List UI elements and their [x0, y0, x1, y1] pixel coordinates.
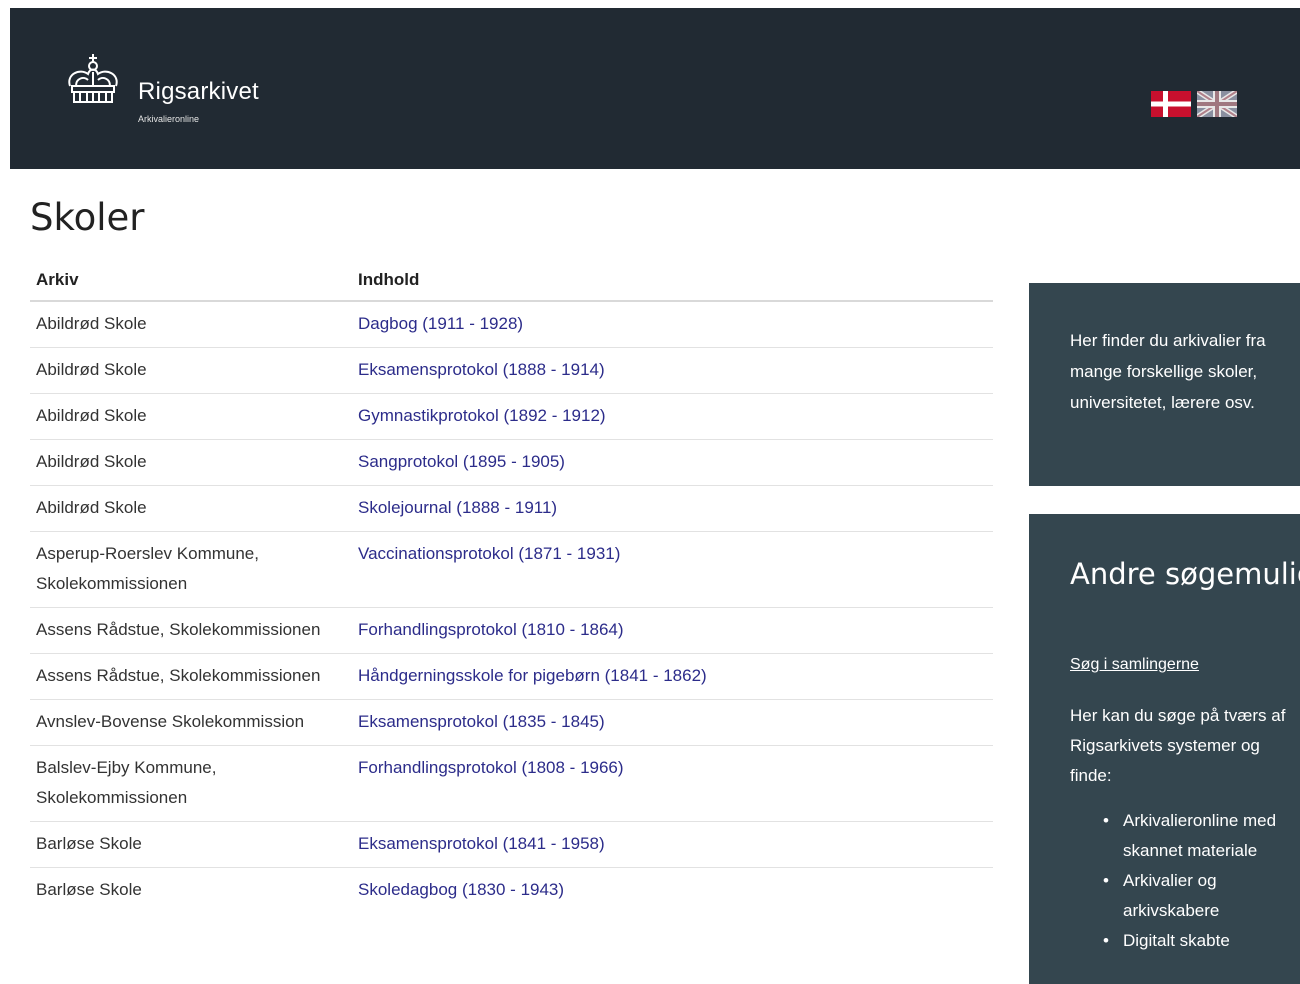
record-link[interactable]: Skolejournal (1888 - 1911) [358, 498, 557, 517]
brand-title: Rigsarkivet [138, 78, 259, 105]
record-link[interactable]: Eksamensprotokol (1835 - 1845) [358, 712, 605, 731]
cell-indhold: Håndgerningsskole for pigebørn (1841 - 1… [352, 653, 993, 700]
brand-text: Rigsarkivet Arkivalieronline [138, 78, 259, 124]
cell-indhold: Forhandlingsprotokol (1808 - 1966) [352, 745, 993, 822]
cell-arkiv: Assens Rådstue, Skolekommissionen [30, 607, 352, 654]
record-link[interactable]: Håndgerningsskole for pigebørn (1841 - 1… [358, 666, 707, 685]
record-link[interactable]: Dagbog (1911 - 1928) [358, 314, 523, 333]
list-item: Arkivalier og arkivskabere [1103, 866, 1293, 926]
info-box: Her finder du arkivalier fra mange forsk… [1029, 283, 1300, 486]
table-row: Avnslev-Bovense Skolekommission Eksamens… [30, 699, 993, 746]
cell-arkiv: Assens Rådstue, Skolekommissionen [30, 653, 352, 700]
cell-indhold: Gymnastikprotokol (1892 - 1912) [352, 393, 993, 440]
table-header-row: Arkiv Indhold [30, 260, 993, 302]
uk-flag-icon[interactable] [1197, 91, 1237, 117]
cell-arkiv: Barløse Skole [30, 821, 352, 868]
record-link[interactable]: Gymnastikprotokol (1892 - 1912) [358, 406, 606, 425]
cell-indhold: Skoledagbog (1830 - 1943) [352, 867, 993, 913]
table-row: Abildrød Skole Skolejournal (1888 - 1911… [30, 485, 993, 532]
cell-arkiv: Avnslev-Bovense Skolekommission [30, 699, 352, 746]
cell-arkiv: Balslev-Ejby Kommune, Skolekommissionen [30, 745, 352, 822]
cell-indhold: Eksamensprotokol (1888 - 1914) [352, 347, 993, 394]
info-text: Her finder du arkivalier fra mange forsk… [1070, 331, 1266, 412]
table-row: Asperup-Roerslev Kommune, Skolekommissio… [30, 531, 993, 608]
site-header: Rigsarkivet Arkivalieronline [10, 8, 1300, 169]
other-search-title: Andre søgemuligheder [1070, 557, 1300, 591]
table-row: Barløse Skole Skoledagbog (1830 - 1943) [30, 867, 993, 913]
cell-indhold: Dagbog (1911 - 1928) [352, 300, 993, 348]
logo[interactable]: Rigsarkivet Arkivalieronline [62, 52, 259, 124]
cell-indhold: Sangprotokol (1895 - 1905) [352, 439, 993, 486]
cell-indhold: Forhandlingsprotokol (1810 - 1864) [352, 607, 993, 654]
brand-subtitle: Arkivalieronline [138, 114, 200, 124]
table-row: Barløse Skole Eksamensprotokol (1841 - 1… [30, 821, 993, 868]
cell-arkiv: Abildrød Skole [30, 485, 352, 532]
cell-arkiv: Abildrød Skole [30, 300, 352, 348]
cell-arkiv: Barløse Skole [30, 867, 352, 913]
page: Rigsarkivet Arkivalieronline Skoler Arki… [0, 0, 1300, 984]
table-row: Balslev-Ejby Kommune, Skolekommissionen … [30, 745, 993, 822]
column-header-indhold: Indhold [352, 260, 993, 302]
record-link[interactable]: Eksamensprotokol (1841 - 1958) [358, 834, 605, 853]
column-header-arkiv: Arkiv [30, 260, 352, 302]
table-row: Assens Rådstue, Skolekommissionen Håndge… [30, 653, 993, 700]
cell-indhold: Eksamensprotokol (1841 - 1958) [352, 821, 993, 868]
record-link[interactable]: Vaccinationsprotokol (1871 - 1931) [358, 544, 620, 563]
cell-indhold: Eksamensprotokol (1835 - 1845) [352, 699, 993, 746]
table-row: Assens Rådstue, Skolekommissionen Forhan… [30, 607, 993, 654]
list-item: Digitalt skabte [1103, 926, 1293, 956]
danish-flag-icon[interactable] [1151, 91, 1191, 117]
cell-indhold: Skolejournal (1888 - 1911) [352, 485, 993, 532]
search-options-list: Arkivalieronline med skannet materiale A… [1103, 806, 1293, 956]
table-row: Abildrød Skole Gymnastikprotokol (1892 -… [30, 393, 993, 440]
schools-table: Arkiv Indhold Abildrød Skole Dagbog (191… [30, 260, 993, 913]
page-title: Skoler [30, 196, 145, 239]
search-description: Her kan du søge på tværs af Rigsarkivets… [1070, 706, 1286, 785]
crown-logo-icon [68, 54, 118, 103]
cell-indhold: Vaccinationsprotokol (1871 - 1931) [352, 531, 993, 608]
table-row: Abildrød Skole Dagbog (1911 - 1928) [30, 300, 993, 348]
list-item: Arkivalieronline med skannet materiale [1103, 806, 1293, 866]
table-row: Abildrød Skole Sangprotokol (1895 - 1905… [30, 439, 993, 486]
cell-arkiv: Abildrød Skole [30, 347, 352, 394]
cell-arkiv: Asperup-Roerslev Kommune, Skolekommissio… [30, 531, 352, 608]
record-link[interactable]: Eksamensprotokol (1888 - 1914) [358, 360, 605, 379]
other-search-box: Andre søgemuligheder Søg i samlingerne H… [1029, 514, 1300, 984]
language-switcher [1151, 91, 1237, 117]
cell-arkiv: Abildrød Skole [30, 439, 352, 486]
table-row: Abildrød Skole Eksamensprotokol (1888 - … [30, 347, 993, 394]
cell-arkiv: Abildrød Skole [30, 393, 352, 440]
record-link[interactable]: Skoledagbog (1830 - 1943) [358, 880, 564, 899]
record-link[interactable]: Sangprotokol (1895 - 1905) [358, 452, 565, 471]
record-link[interactable]: Forhandlingsprotokol (1808 - 1966) [358, 758, 624, 777]
search-collections-link[interactable]: Søg i samlingerne [1070, 656, 1199, 674]
record-link[interactable]: Forhandlingsprotokol (1810 - 1864) [358, 620, 624, 639]
